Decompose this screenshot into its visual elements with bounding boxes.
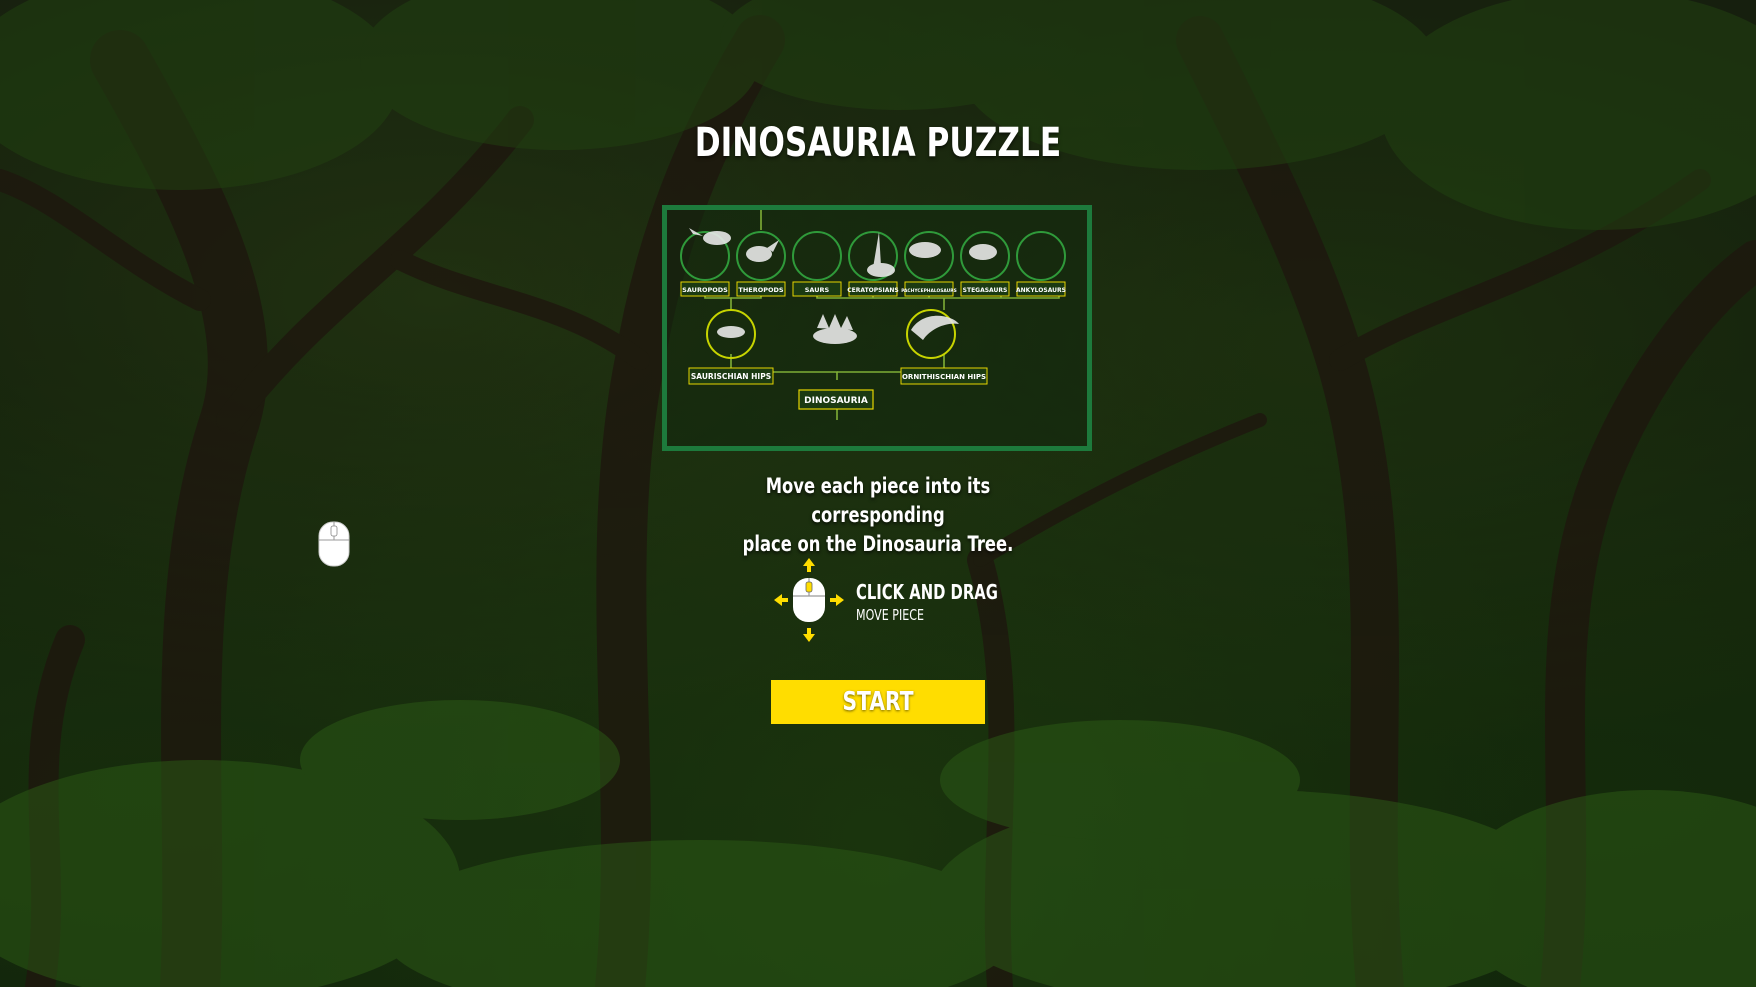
label-pachycephalosaurs: PACHYCEPHALOSAURS — [901, 288, 957, 294]
label-ornithischian-hips: ORNITHISCHIAN HIPS — [902, 373, 986, 381]
label-ceratopsians: CERATOPSIANS — [847, 287, 898, 294]
control-hint: CLICK AND DRAG MOVE PIECE — [772, 556, 998, 646]
dinosauria-tree-preview: SAUROPODS THEROPODS SAURS CERATOPSIANS P… — [662, 205, 1092, 451]
start-button-label: START — [842, 687, 914, 717]
game-title: DINOSAURIA PUZZLE — [694, 120, 1062, 166]
label-ankylosaurs: ANKYLOSAURS — [1016, 287, 1066, 294]
instructions-line-1: Move each piece into its corresponding — [765, 474, 991, 527]
control-title: CLICK AND DRAG — [856, 580, 998, 604]
tree-diagram: SAUROPODS THEROPODS SAURS CERATOPSIANS P… — [680, 210, 1066, 420]
mouse-drag-icon — [774, 558, 844, 642]
label-sauropods: SAUROPODS — [682, 286, 728, 294]
control-subtitle: MOVE PIECE — [856, 606, 924, 624]
instructions-line-2: place on the Dinosauria Tree. — [742, 532, 1014, 556]
instructions-text: Move each piece into its corresponding p… — [722, 472, 1034, 559]
node-circle-saurs — [792, 231, 842, 281]
label-saurischian-hips: SAURISCHIAN HIPS — [691, 372, 771, 381]
label-stegasaurs: STEGASAURS — [963, 287, 1008, 294]
mouse-cursor-icon — [318, 521, 350, 567]
game-screen: DINOSAURIA PUZZLE SAUROPODS THEROPODS SA… — [0, 0, 1756, 987]
label-theropods: THEROPODS — [738, 286, 784, 294]
start-button[interactable]: START — [771, 680, 985, 724]
label-saurs: SAURS — [805, 286, 830, 294]
label-dinosauria: DINOSAURIA — [804, 396, 868, 406]
node-circle-ankylosaurs — [1016, 231, 1066, 281]
